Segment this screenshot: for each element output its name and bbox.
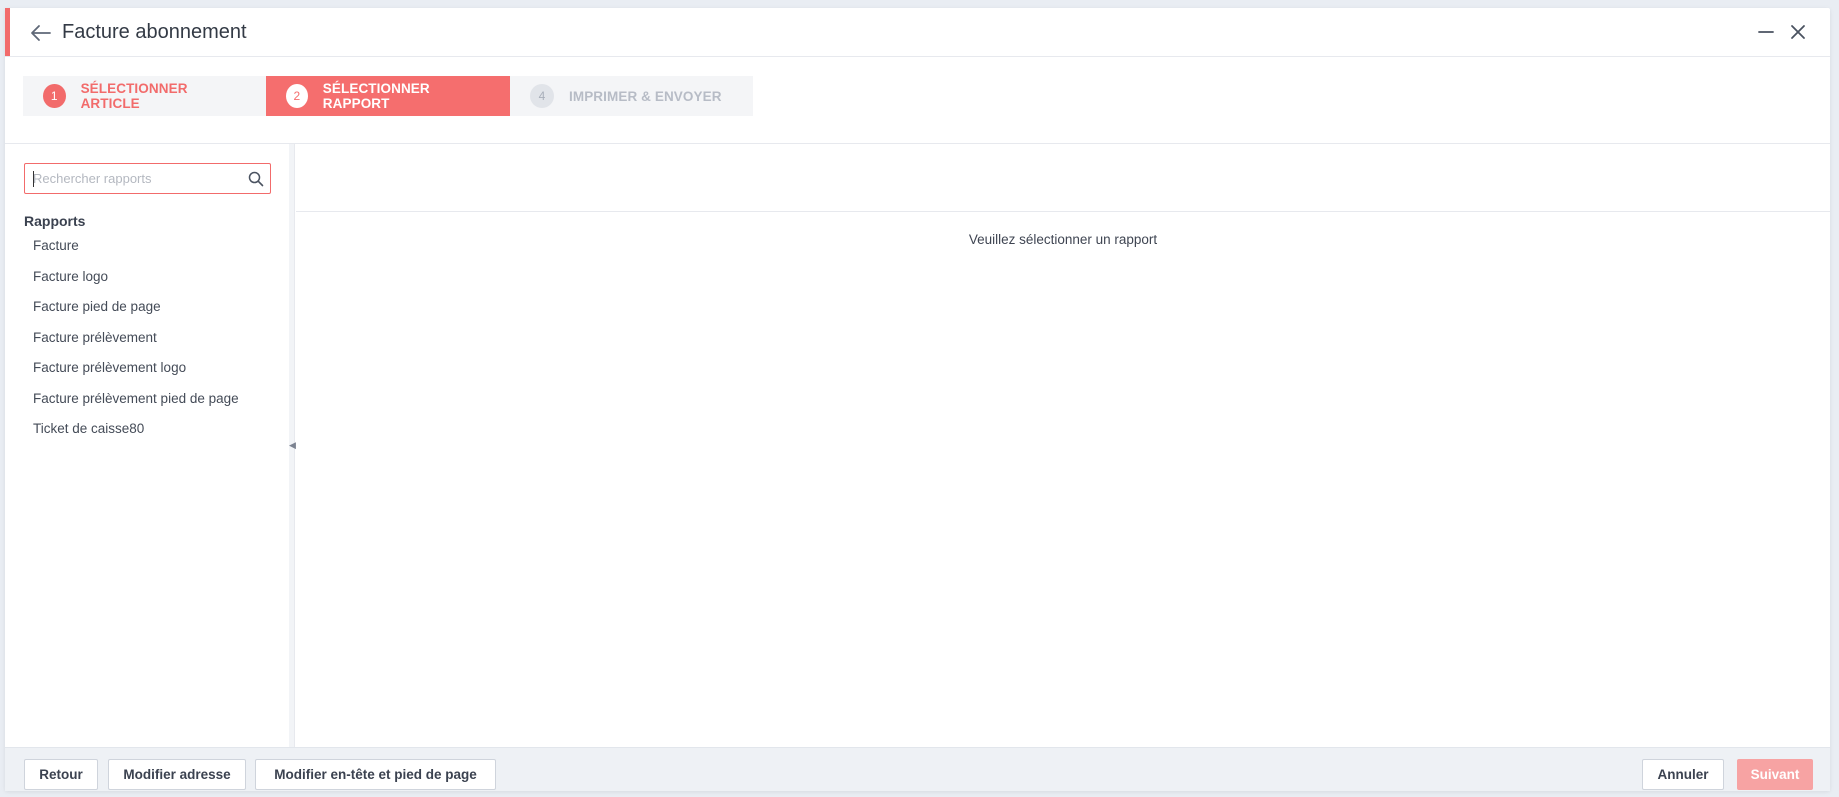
edit-header-footer-button[interactable]: Modifier en-tête et pied de page	[255, 759, 496, 790]
report-item-facture-prelevement-logo[interactable]: Facture prélèvement logo	[33, 359, 239, 390]
search-field[interactable]	[24, 163, 271, 194]
wizard-stepper: 1 SÉLECTIONNER ARTICLE 2 SÉLECTIONNER RA…	[23, 76, 753, 116]
pane-splitter[interactable]: ◀	[289, 144, 296, 747]
dialog-header: Facture abonnement	[5, 8, 1830, 57]
section-heading: Rapports	[24, 213, 86, 229]
search-icon[interactable]	[248, 171, 264, 187]
reports-sidebar: Rapports Facture Facture logo Facture pi…	[5, 144, 291, 747]
empty-state-message: Veuillez sélectionner un rapport	[968, 232, 1158, 247]
chevron-left-icon[interactable]: ◀	[289, 440, 296, 451]
step-number: 2	[286, 84, 308, 108]
cancel-button[interactable]: Annuler	[1642, 759, 1724, 790]
report-item-facture-prelevement-pied-de-page[interactable]: Facture prélèvement pied de page	[33, 390, 239, 421]
dialog-footer: Retour Modifier adresse Modifier en-tête…	[5, 747, 1830, 791]
step-select-article[interactable]: 1 SÉLECTIONNER ARTICLE	[23, 76, 266, 116]
report-item-facture[interactable]: Facture	[33, 237, 239, 268]
edit-address-button[interactable]: Modifier adresse	[108, 759, 246, 790]
minimize-icon[interactable]	[1756, 22, 1776, 42]
search-input[interactable]	[25, 164, 235, 193]
step-number: 1	[43, 84, 66, 108]
step-print-send[interactable]: 4 IMPRIMER & ENVOYER	[510, 76, 753, 116]
report-list: Facture Facture logo Facture pied de pag…	[33, 237, 239, 451]
arrow-left-icon[interactable]	[30, 24, 52, 42]
step-number: 4	[530, 84, 554, 108]
dialog-window: Facture abonnement 1 SÉLECTIONNER ARTICL…	[5, 8, 1830, 791]
next-button[interactable]: Suivant	[1737, 759, 1813, 790]
page-title: Facture abonnement	[62, 21, 247, 43]
close-icon[interactable]	[1788, 22, 1808, 42]
step-label: IMPRIMER & ENVOYER	[569, 88, 722, 104]
step-label: SÉLECTIONNER RAPPORT	[322, 81, 430, 111]
report-item-facture-prelevement[interactable]: Facture prélèvement	[33, 329, 239, 360]
report-item-facture-pied-de-page[interactable]: Facture pied de page	[33, 298, 239, 329]
back-button[interactable]: Retour	[24, 759, 98, 790]
step-select-report[interactable]: 2 SÉLECTIONNER RAPPORT	[266, 76, 510, 116]
report-item-facture-logo[interactable]: Facture logo	[33, 268, 239, 299]
report-toolbar	[296, 144, 1830, 212]
text-cursor	[33, 171, 34, 187]
report-item-ticket-de-caisse80[interactable]: Ticket de caisse80	[33, 420, 239, 451]
step-label: SÉLECTIONNER ARTICLE	[80, 81, 188, 111]
